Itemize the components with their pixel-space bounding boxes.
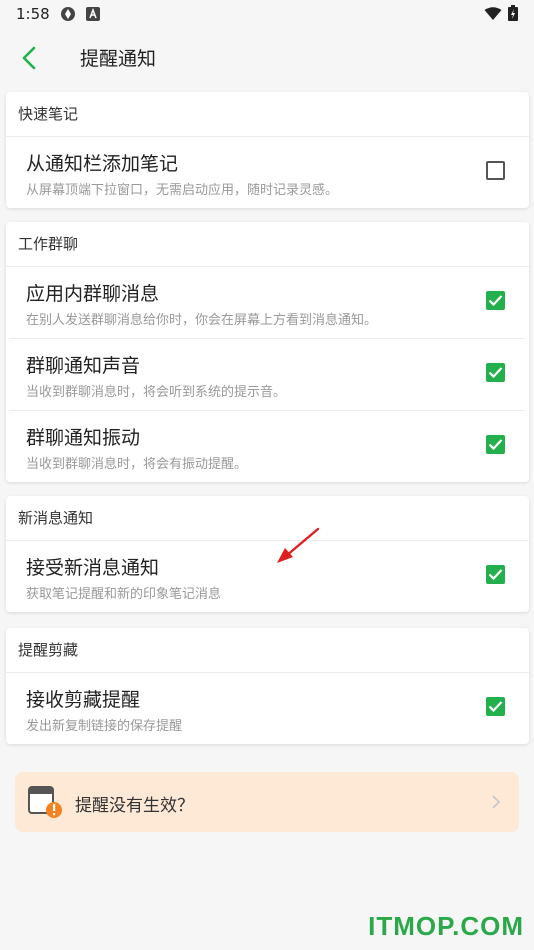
setting-description: 从屏幕顶端下拉窗口，无需启动应用，随时记录灵感。 bbox=[26, 183, 339, 198]
setting-title: 接收剪藏提醒 bbox=[26, 689, 141, 711]
check-icon bbox=[488, 569, 503, 581]
reminder-not-working-banner[interactable]: 提醒没有生效？ bbox=[15, 772, 519, 832]
battery-icon bbox=[508, 5, 518, 25]
setting-title: 应用内群聊消息 bbox=[26, 283, 160, 305]
setting-row-notification-bar-note[interactable]: 从通知栏添加笔记 从屏幕顶端下拉窗口，无需启动应用，随时记录灵感。 bbox=[10, 137, 525, 208]
setting-description: 当收到群聊消息时，将会有振动提醒。 bbox=[26, 457, 248, 472]
watermark: ITMOP.COM bbox=[368, 911, 524, 941]
setting-title: 群聊通知声音 bbox=[26, 355, 141, 377]
a-notification-icon bbox=[86, 6, 100, 25]
checkbox-checked[interactable] bbox=[486, 565, 505, 584]
section-clip-reminder: 提醒剪藏 接收剪藏提醒 发出新复制链接的保存提醒 bbox=[6, 628, 529, 744]
section-new-message: 新消息通知 接受新消息通知 获取笔记提醒和新的印象笔记消息 bbox=[6, 496, 529, 612]
section-header: 快速笔记 bbox=[6, 92, 529, 137]
checkbox-checked[interactable] bbox=[486, 697, 505, 716]
section-quick-note: 快速笔记 从通知栏添加笔记 从屏幕顶端下拉窗口，无需启动应用，随时记录灵感。 bbox=[6, 92, 529, 208]
setting-row-clip-reminder[interactable]: 接收剪藏提醒 发出新复制链接的保存提醒 bbox=[10, 673, 525, 744]
setting-title: 接受新消息通知 bbox=[26, 557, 160, 579]
section-header: 工作群聊 bbox=[6, 222, 529, 267]
app-notification-icon bbox=[60, 6, 76, 26]
section-header: 新消息通知 bbox=[6, 496, 529, 541]
setting-description: 获取笔记提醒和新的印象笔记消息 bbox=[26, 587, 222, 602]
setting-row-in-app-group-message[interactable]: 应用内群聊消息 在别人发送群聊消息给你时，你会在屏幕上方看到消息通知。 bbox=[10, 267, 525, 339]
checkbox-checked[interactable] bbox=[486, 363, 505, 382]
setting-title: 群聊通知振动 bbox=[26, 427, 141, 449]
chevron-left-icon bbox=[22, 46, 36, 70]
check-icon bbox=[488, 295, 503, 307]
checkbox-unchecked[interactable] bbox=[486, 161, 505, 180]
status-bar: 1:58 bbox=[0, 0, 534, 28]
setting-description: 在别人发送群聊消息给你时，你会在屏幕上方看到消息通知。 bbox=[26, 313, 378, 328]
window-warning-icon bbox=[28, 786, 64, 824]
check-icon bbox=[488, 439, 503, 451]
setting-row-group-vibration[interactable]: 群聊通知振动 当收到群聊消息时，将会有振动提醒。 bbox=[10, 411, 525, 482]
section-header: 提醒剪藏 bbox=[6, 628, 529, 673]
annotation-arrow-icon bbox=[277, 527, 320, 563]
status-time: 1:58 bbox=[16, 5, 50, 23]
setting-title: 从通知栏添加笔记 bbox=[26, 153, 179, 175]
setting-description: 当收到群聊消息时，将会听到系统的提示音。 bbox=[26, 385, 287, 400]
banner-text: 提醒没有生效？ bbox=[75, 796, 194, 816]
setting-row-group-sound[interactable]: 群聊通知声音 当收到群聊消息时，将会听到系统的提示音。 bbox=[10, 339, 525, 411]
chevron-right-icon bbox=[491, 794, 501, 814]
section-work-group-chat: 工作群聊 应用内群聊消息 在别人发送群聊消息给你时，你会在屏幕上方看到消息通知。… bbox=[6, 222, 529, 482]
checkbox-checked[interactable] bbox=[486, 291, 505, 310]
back-button[interactable] bbox=[14, 42, 46, 74]
wifi-icon bbox=[484, 6, 502, 25]
page-title: 提醒通知 bbox=[80, 48, 157, 70]
check-icon bbox=[488, 367, 503, 379]
top-bar: 提醒通知 bbox=[0, 28, 534, 88]
checkbox-checked[interactable] bbox=[486, 435, 505, 454]
check-icon bbox=[488, 701, 503, 713]
setting-row-accept-new-message[interactable]: 接受新消息通知 获取笔记提醒和新的印象笔记消息 bbox=[10, 541, 525, 612]
setting-description: 发出新复制链接的保存提醒 bbox=[26, 719, 183, 734]
